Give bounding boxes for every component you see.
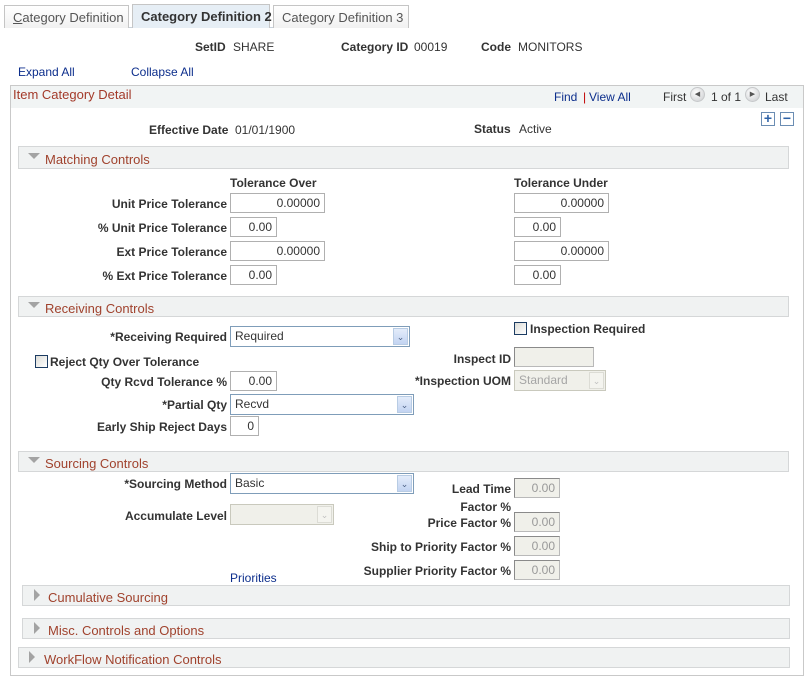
- inspection-required-checkbox[interactable]: [514, 322, 527, 335]
- collapse-triangle-icon[interactable]: [28, 457, 40, 463]
- page-indicator: 1 of 1: [711, 90, 742, 104]
- partial-qty-label: *Partial Qty: [162, 398, 227, 412]
- reject-qty-over-tolerance-label: Reject Qty Over Tolerance: [50, 355, 200, 369]
- unit-price-tolerance-over-input[interactable]: 0.00000: [230, 193, 325, 213]
- delete-row-icon[interactable]: −: [780, 111, 794, 126]
- sourcing-method-value: Basic: [235, 476, 265, 490]
- pct-unit-price-tolerance-label: % Unit Price Tolerance: [97, 221, 227, 235]
- chevron-down-icon: ⌄: [393, 328, 408, 345]
- pct-ext-price-tolerance-over-input[interactable]: 0.00: [230, 265, 277, 285]
- sourcing-controls-title[interactable]: Sourcing Controls: [45, 456, 148, 471]
- tolerance-over-header: Tolerance Over: [230, 176, 317, 190]
- tab-label-after: ory Definition 3: [316, 10, 404, 25]
- lead-time-factor-label-line1: Lead Time: [451, 482, 511, 496]
- find-link[interactable]: Find: [554, 90, 577, 104]
- lead-time-factor-label-line2: Factor %: [460, 500, 511, 514]
- sourcing-method-select[interactable]: Basic ⌄: [230, 473, 414, 494]
- tab-category-definition-2[interactable]: Category Definition 2: [132, 4, 272, 28]
- ext-price-tolerance-over-input[interactable]: 0.00000: [230, 241, 325, 261]
- workflow-notification-title[interactable]: WorkFlow Notification Controls: [44, 652, 221, 667]
- collapse-triangle-icon[interactable]: [28, 302, 40, 308]
- last-label: Last: [765, 90, 788, 104]
- reject-qty-over-tolerance-checkbox[interactable]: [35, 355, 48, 368]
- receiving-required-value: Required: [235, 329, 284, 343]
- status-value: Active: [519, 122, 552, 136]
- next-row-icon[interactable]: ▶: [745, 87, 760, 102]
- price-factor-label: Price Factor %: [427, 516, 511, 530]
- qty-rcvd-tolerance-label: Qty Rcvd Tolerance %: [101, 375, 227, 389]
- early-ship-reject-days-input[interactable]: 0: [230, 416, 259, 436]
- partial-qty-value: Recvd: [235, 397, 270, 411]
- supplier-priority-factor-input[interactable]: 0.00: [514, 560, 560, 580]
- cumulative-sourcing-title[interactable]: Cumulative Sourcing: [48, 590, 168, 605]
- ship-to-priority-factor-input[interactable]: 0.00: [514, 536, 560, 556]
- inspect-id-label: Inspect ID: [453, 352, 511, 366]
- code-value: MONITORS: [518, 40, 583, 54]
- tab-label-before: Cate: [282, 10, 310, 25]
- lead-time-factor-input[interactable]: 0.00: [514, 478, 560, 498]
- pct-ext-price-tolerance-under-input[interactable]: 0.00: [514, 265, 561, 285]
- tab-category-definition-3[interactable]: Category Definition 3: [273, 5, 409, 28]
- expand-all-link[interactable]: Expand All: [18, 65, 75, 79]
- inspection-uom-label: *Inspection UOM: [414, 374, 511, 388]
- effective-date-label: Effective Date: [149, 123, 229, 137]
- link-separator: |: [583, 90, 587, 104]
- category-id-label: Category ID: [341, 40, 409, 54]
- tab-accesskey: g: [309, 10, 317, 25]
- accumulate-level-label: Accumulate Level: [124, 509, 227, 523]
- unit-price-tolerance-under-input[interactable]: 0.00000: [514, 193, 609, 213]
- pct-unit-price-tolerance-under-input[interactable]: 0.00: [514, 217, 561, 237]
- chevron-down-icon: ⌄: [317, 506, 332, 523]
- inspection-uom-select[interactable]: Standard ⌄: [514, 370, 606, 391]
- setid-label: SetID: [195, 40, 226, 54]
- tab-label: ategory Definition: [22, 10, 124, 25]
- ext-price-tolerance-under-input[interactable]: 0.00000: [514, 241, 609, 261]
- tab-category-definition[interactable]: Category Definition: [4, 5, 129, 28]
- sourcing-method-label: *Sourcing Method: [124, 477, 227, 491]
- ext-price-tolerance-label: Ext Price Tolerance: [116, 245, 228, 259]
- first-label: First: [663, 90, 687, 104]
- chevron-down-icon: ⌄: [589, 372, 604, 389]
- status-label: Status: [474, 122, 511, 136]
- priorities-link[interactable]: Priorities: [230, 571, 277, 585]
- inspect-id-input[interactable]: [514, 347, 594, 367]
- view-all-link[interactable]: View All: [589, 90, 631, 104]
- tab-accesskey: C: [13, 10, 23, 25]
- accumulate-level-select[interactable]: ⌄: [230, 504, 334, 525]
- qty-rcvd-tolerance-input[interactable]: 0.00: [230, 371, 277, 391]
- receiving-required-select[interactable]: Required ⌄: [230, 326, 410, 347]
- inspection-uom-value: Standard: [519, 373, 568, 387]
- setid-value: SHARE: [233, 40, 275, 54]
- effective-date-value: 01/01/1900: [235, 123, 296, 137]
- collapse-triangle-icon[interactable]: [28, 153, 40, 159]
- chevron-down-icon: ⌄: [397, 475, 412, 492]
- lead-time-factor-label: Lead Time Factor %: [452, 480, 511, 516]
- expand-triangle-icon[interactable]: [34, 622, 40, 634]
- chevron-down-icon: ⌄: [397, 396, 412, 413]
- matching-controls-title[interactable]: Matching Controls: [45, 152, 150, 167]
- expand-triangle-icon[interactable]: [29, 651, 35, 663]
- partial-qty-select[interactable]: Recvd ⌄: [230, 394, 414, 415]
- pct-ext-price-tolerance-label: % Ext Price Tolerance: [102, 269, 228, 283]
- inspection-required-label: Inspection Required: [530, 322, 646, 336]
- supplier-priority-factor-label: Supplier Priority Factor %: [363, 564, 511, 578]
- detail-title: Item Category Detail: [13, 87, 132, 102]
- receiving-required-label: *Receiving Required: [110, 330, 227, 344]
- code-label: Code: [481, 40, 511, 54]
- receiving-controls-title[interactable]: Receiving Controls: [45, 301, 154, 316]
- tab-label: Category Definition 2: [141, 9, 272, 24]
- collapse-all-link[interactable]: Collapse All: [131, 65, 194, 79]
- early-ship-reject-days-label: Early Ship Reject Days: [96, 420, 227, 434]
- price-factor-input[interactable]: 0.00: [514, 512, 560, 532]
- previous-row-icon[interactable]: ◀: [690, 87, 705, 102]
- unit-price-tolerance-label: Unit Price Tolerance: [111, 197, 227, 211]
- expand-triangle-icon[interactable]: [34, 589, 40, 601]
- pct-unit-price-tolerance-over-input[interactable]: 0.00: [230, 217, 277, 237]
- tolerance-under-header: Tolerance Under: [514, 176, 608, 190]
- add-row-icon[interactable]: +: [761, 111, 775, 126]
- category-id-value: 00019: [414, 40, 448, 54]
- misc-controls-title[interactable]: Misc. Controls and Options: [48, 623, 204, 638]
- ship-to-priority-factor-label: Ship to Priority Factor %: [370, 540, 511, 554]
